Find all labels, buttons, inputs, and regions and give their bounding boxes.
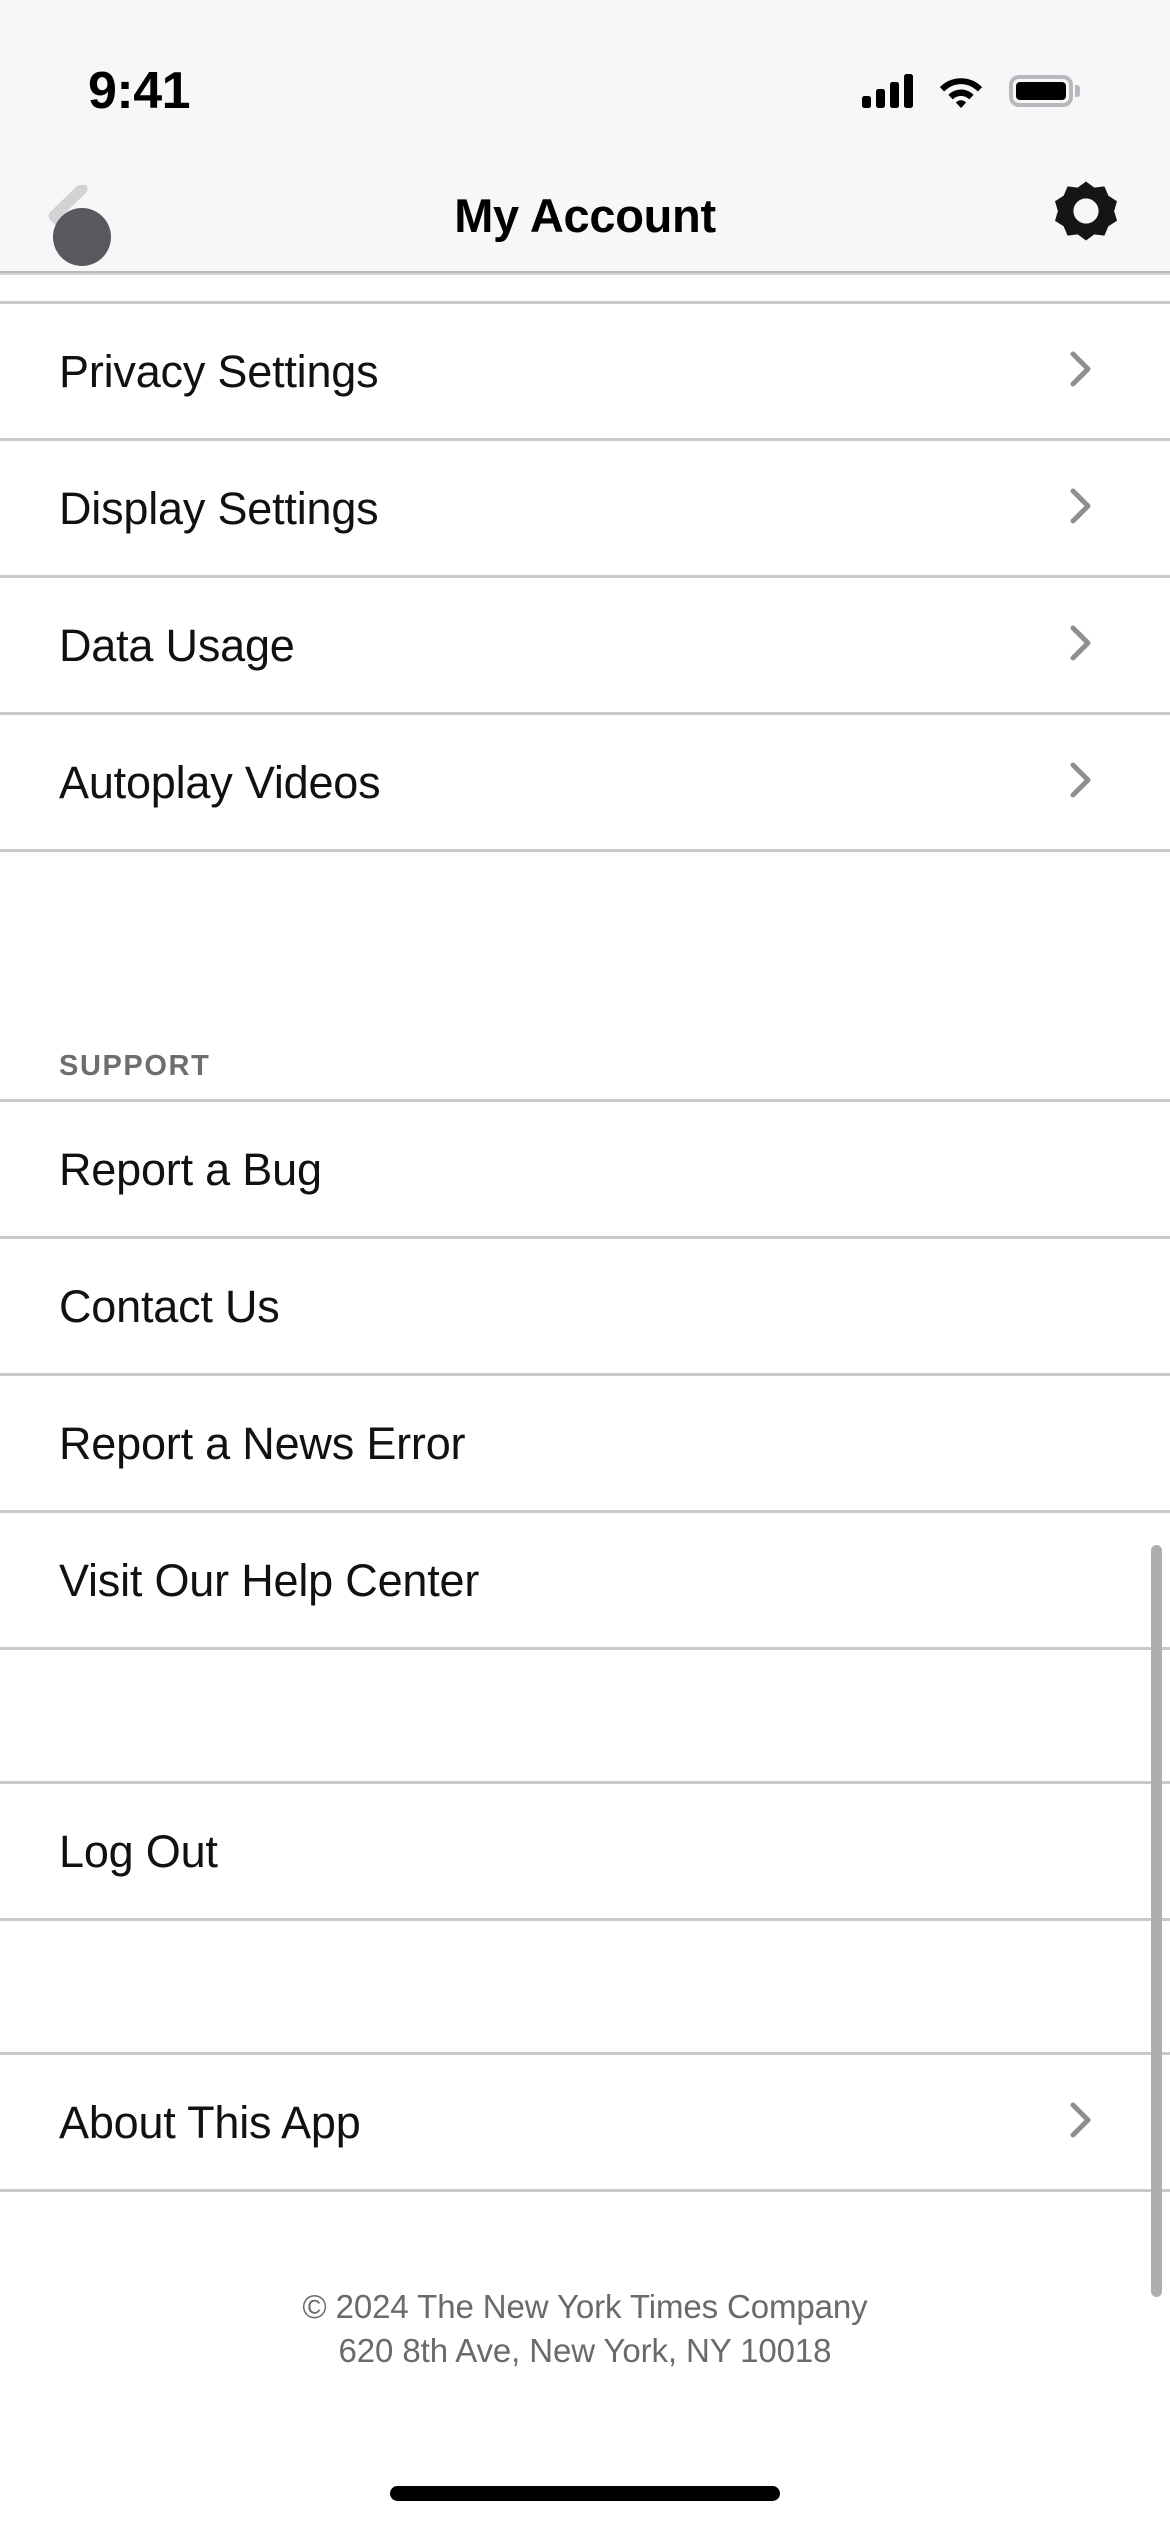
list-item-log-out[interactable]: Log Out	[0, 1784, 1170, 1918]
section-header-label: SUPPORT	[59, 1050, 211, 1082]
vertical-scrollbar[interactable]	[1151, 1545, 1162, 2297]
section-header-support: SUPPORT	[0, 1007, 1170, 1099]
status-bar-indicators	[862, 52, 1080, 108]
signal-bars-icon	[862, 74, 913, 108]
chevron-right-icon	[1060, 486, 1122, 531]
list-item-label: Log Out	[59, 1825, 218, 1877]
battery-full-icon	[1009, 75, 1080, 107]
list-item-label: Visit Our Help Center	[59, 1554, 480, 1606]
gear-icon	[1053, 180, 1119, 251]
settings-scroll-view[interactable]: Privacy Settings Display Settings Data U…	[0, 273, 1170, 2532]
list-item-autoplay-videos[interactable]: Autoplay Videos	[0, 715, 1170, 849]
list-item-visit-our-help-center[interactable]: Visit Our Help Center	[0, 1513, 1170, 1647]
home-indicator[interactable]	[390, 2486, 780, 2501]
list-item-report-a-bug[interactable]: Report a Bug	[0, 1102, 1170, 1236]
list-item-label: About This App	[59, 2096, 361, 2148]
settings-button[interactable]	[1050, 180, 1122, 252]
list-item-report-a-news-error[interactable]: Report a News Error	[0, 1376, 1170, 1510]
footer-address: 620 8th Ave, New York, NY 10018	[338, 2331, 832, 2369]
section-gap	[0, 852, 1170, 1007]
chevron-right-icon	[1060, 623, 1122, 668]
list-item-contact-us[interactable]: Contact Us	[0, 1239, 1170, 1373]
chevron-right-icon	[1060, 2100, 1122, 2145]
list-item-label: Report a Bug	[59, 1143, 322, 1195]
navigation-bar: My Account	[0, 160, 1170, 273]
phone-screen: 9:41 My Account Privacy Settings Display…	[0, 0, 1170, 2532]
page-title: My Account	[454, 189, 716, 242]
spacer-row	[0, 1650, 1170, 1781]
wifi-icon	[939, 74, 983, 108]
list-item-label: Report a News Error	[59, 1417, 466, 1469]
footer-copyright: © 2024 The New York Times Company	[302, 2288, 868, 2325]
list-item-data-usage[interactable]: Data Usage	[0, 578, 1170, 712]
footer: © 2024 The New York Times Company 620 8t…	[0, 2192, 1170, 2373]
list-item-about-this-app[interactable]: About This App	[0, 2055, 1170, 2189]
list-item-privacy-settings[interactable]: Privacy Settings	[0, 304, 1170, 438]
status-bar: 9:41	[0, 0, 1170, 160]
list-item-label: Display Settings	[59, 482, 379, 534]
list-item-display-settings[interactable]: Display Settings	[0, 441, 1170, 575]
chevron-right-icon	[1060, 349, 1122, 394]
list-item-label: Privacy Settings	[59, 345, 379, 397]
list-item-label: Contact Us	[59, 1280, 280, 1332]
list-item-label: Autoplay Videos	[59, 756, 381, 808]
status-bar-time: 9:41	[88, 62, 191, 120]
chevron-right-icon	[1060, 760, 1122, 805]
spacer-row	[0, 1921, 1170, 2052]
list-item-label: Data Usage	[59, 619, 295, 671]
